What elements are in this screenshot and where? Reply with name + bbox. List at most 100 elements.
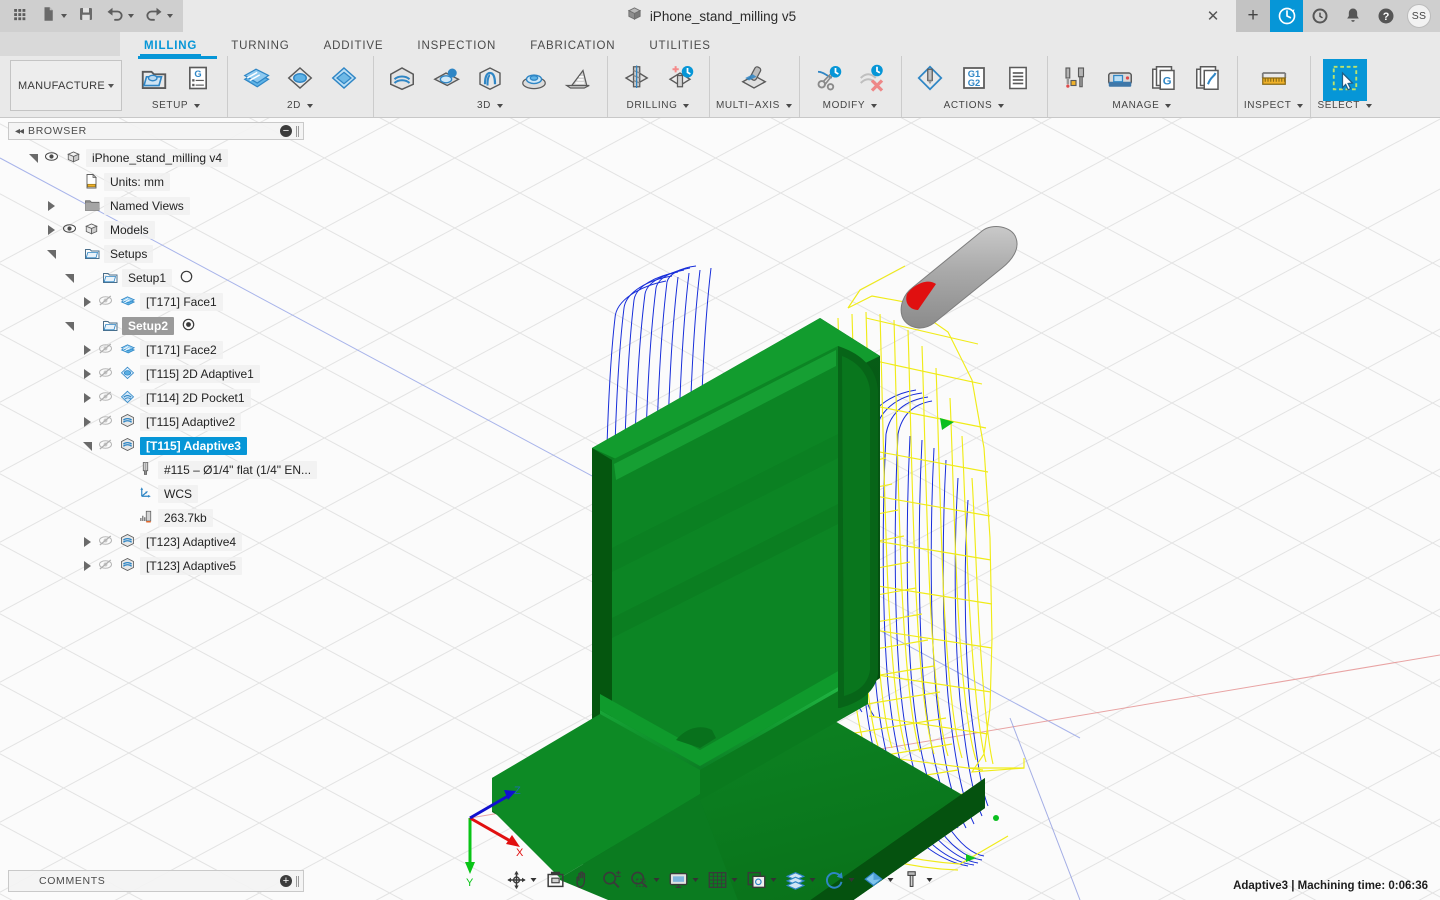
tree-twisty[interactable] xyxy=(78,386,96,410)
chevron-down-icon[interactable] xyxy=(849,878,855,882)
spiral-button[interactable] xyxy=(556,59,600,101)
tree-twisty[interactable] xyxy=(42,242,60,266)
save-button[interactable] xyxy=(73,2,99,30)
object-visibility-button[interactable] xyxy=(782,867,821,893)
face-button[interactable] xyxy=(234,59,278,101)
tree-item-setup1[interactable]: Setup1 xyxy=(8,266,304,290)
recent-icon[interactable] xyxy=(1303,0,1336,32)
template-library-button[interactable] xyxy=(1186,59,1230,101)
pocket2d-button[interactable] xyxy=(322,59,366,101)
tree-twisty[interactable] xyxy=(78,434,96,458)
chevron-down-icon[interactable] xyxy=(810,878,816,882)
delete-toolpath-button[interactable] xyxy=(850,59,894,101)
tool-visibility-button[interactable] xyxy=(899,867,938,893)
ribbon-group-label[interactable]: MODIFY xyxy=(823,100,878,113)
simulate-button[interactable] xyxy=(908,59,952,101)
browser-minimize-icon[interactable]: − xyxy=(280,125,292,137)
chevron-down-icon[interactable] xyxy=(654,878,660,882)
redo-button[interactable] xyxy=(140,2,177,30)
notifications-icon[interactable] xyxy=(1336,0,1369,32)
tree-twisty[interactable] xyxy=(60,266,78,290)
gcode-setup-button[interactable]: G xyxy=(176,59,220,101)
tree-twisty[interactable] xyxy=(42,194,60,218)
comments-panel[interactable]: COMMENTS + xyxy=(8,870,304,892)
adaptive3d-button[interactable] xyxy=(380,59,424,101)
visibility-eye-off-icon[interactable] xyxy=(96,291,118,313)
pan-button[interactable] xyxy=(570,867,598,893)
chevron-down-icon[interactable] xyxy=(771,878,777,882)
tree-item-t171-face2[interactable]: [T171] Face2 xyxy=(8,338,304,362)
tree-twisty[interactable] xyxy=(78,362,96,386)
tree-item-iphone-stand-milling-v4[interactable]: iPhone_stand_milling v4 xyxy=(8,146,304,170)
tree-item-t115-adaptive2[interactable]: [T115] Adaptive2 xyxy=(8,410,304,434)
grid-snap-button[interactable] xyxy=(704,867,743,893)
visibility-eye-off-icon[interactable] xyxy=(96,531,118,553)
tree-item-t123-adaptive4[interactable]: [T123] Adaptive4 xyxy=(8,530,304,554)
ribbon-tab-milling[interactable]: MILLING xyxy=(144,40,197,56)
visibility-eye-off-icon[interactable] xyxy=(96,363,118,385)
ribbon-tab-additive[interactable]: ADDITIVE xyxy=(324,40,384,56)
tree-twisty[interactable] xyxy=(78,410,96,434)
tree-item-setups[interactable]: Setups xyxy=(8,242,304,266)
scallop-button[interactable] xyxy=(512,59,556,101)
visibility-eye-off-icon[interactable] xyxy=(96,555,118,577)
chevron-down-icon[interactable] xyxy=(693,878,699,882)
tree-item-t114-2d-pocket1[interactable]: [T114] 2D Pocket1 xyxy=(8,386,304,410)
measure-button[interactable] xyxy=(1252,59,1296,101)
zoom-button[interactable] xyxy=(598,867,626,893)
visibility-eye-off-icon[interactable] xyxy=(96,435,118,457)
zoom-window-button[interactable] xyxy=(626,867,665,893)
display-settings-button[interactable] xyxy=(665,867,704,893)
tree-twisty[interactable] xyxy=(78,290,96,314)
job-status-icon[interactable] xyxy=(1270,0,1303,32)
tree-item-t115-adaptive3[interactable]: [T115] Adaptive3 xyxy=(8,434,304,458)
multiaxis-button[interactable] xyxy=(732,59,776,101)
navigation-bar[interactable] xyxy=(503,866,938,894)
browser-panel[interactable]: ◂◂ BROWSER − iPhone_stand_milling v4Unit… xyxy=(8,122,304,578)
tool-library-button[interactable] xyxy=(1054,59,1098,101)
refresh-button[interactable] xyxy=(821,867,860,893)
comments-add-icon[interactable]: + xyxy=(280,875,292,887)
tree-item-t115-2d-adaptive1[interactable]: [T115] 2D Adaptive1 xyxy=(8,362,304,386)
orbit-button[interactable] xyxy=(503,867,542,893)
browser-collapse-icon[interactable]: ◂◂ xyxy=(13,126,28,137)
chevron-down-icon[interactable] xyxy=(531,878,537,882)
tree-item-115-1-4-flat-1-4-en[interactable]: #115 – Ø1/4" flat (1/4" EN... xyxy=(8,458,304,482)
document-tab[interactable]: iPhone_stand_milling v5 ✕ xyxy=(183,0,1236,32)
undo-button[interactable] xyxy=(101,2,138,30)
ribbon-group-label[interactable]: ACTIONS xyxy=(944,100,1005,113)
pocket3d-button[interactable] xyxy=(424,59,468,101)
tree-twisty[interactable] xyxy=(24,146,42,170)
tree-twisty[interactable] xyxy=(60,314,78,338)
workspace-selector[interactable]: MANUFACTURE xyxy=(10,60,122,111)
post-library-button[interactable]: G xyxy=(1142,59,1186,101)
ribbon-group-label[interactable]: SETUP xyxy=(152,100,200,113)
setup-active-marker[interactable] xyxy=(180,270,193,286)
comments-resize-grip[interactable] xyxy=(296,876,299,887)
ribbon-group-label[interactable]: 3D xyxy=(477,100,503,113)
ribbon-group-label[interactable]: INSPECT xyxy=(1244,100,1304,113)
ribbon-group-label[interactable]: DRILLING xyxy=(627,100,690,113)
drill-add-button[interactable] xyxy=(658,59,702,101)
visibility-eye-off-icon[interactable] xyxy=(96,339,118,361)
appearance-button[interactable] xyxy=(860,867,899,893)
chevron-down-icon[interactable] xyxy=(927,878,933,882)
app-grid-button[interactable] xyxy=(6,2,34,30)
tree-item-t123-adaptive5[interactable]: [T123] Adaptive5 xyxy=(8,554,304,578)
setup-active-marker-selected[interactable] xyxy=(182,318,195,334)
tree-item-wcs[interactable]: WCS xyxy=(8,482,304,506)
ribbon-group-label[interactable]: MULTI−AXIS xyxy=(716,100,792,113)
tree-item-models[interactable]: Models xyxy=(8,218,304,242)
chevron-down-icon[interactable] xyxy=(888,878,894,882)
browser-tree[interactable]: iPhone_stand_milling v4Units: mmNamed Vi… xyxy=(8,140,304,578)
title-bar-left-tools[interactable] xyxy=(0,0,177,32)
tree-twisty[interactable] xyxy=(78,338,96,362)
browser-resize-grip[interactable] xyxy=(296,126,299,137)
tree-twisty[interactable] xyxy=(42,218,60,242)
setup-sheet-button[interactable] xyxy=(996,59,1040,101)
fit-button[interactable] xyxy=(542,867,570,893)
drill-button[interactable] xyxy=(614,59,658,101)
visibility-eye-off-icon[interactable] xyxy=(96,387,118,409)
select-button[interactable] xyxy=(1323,59,1367,101)
trim-button[interactable] xyxy=(806,59,850,101)
